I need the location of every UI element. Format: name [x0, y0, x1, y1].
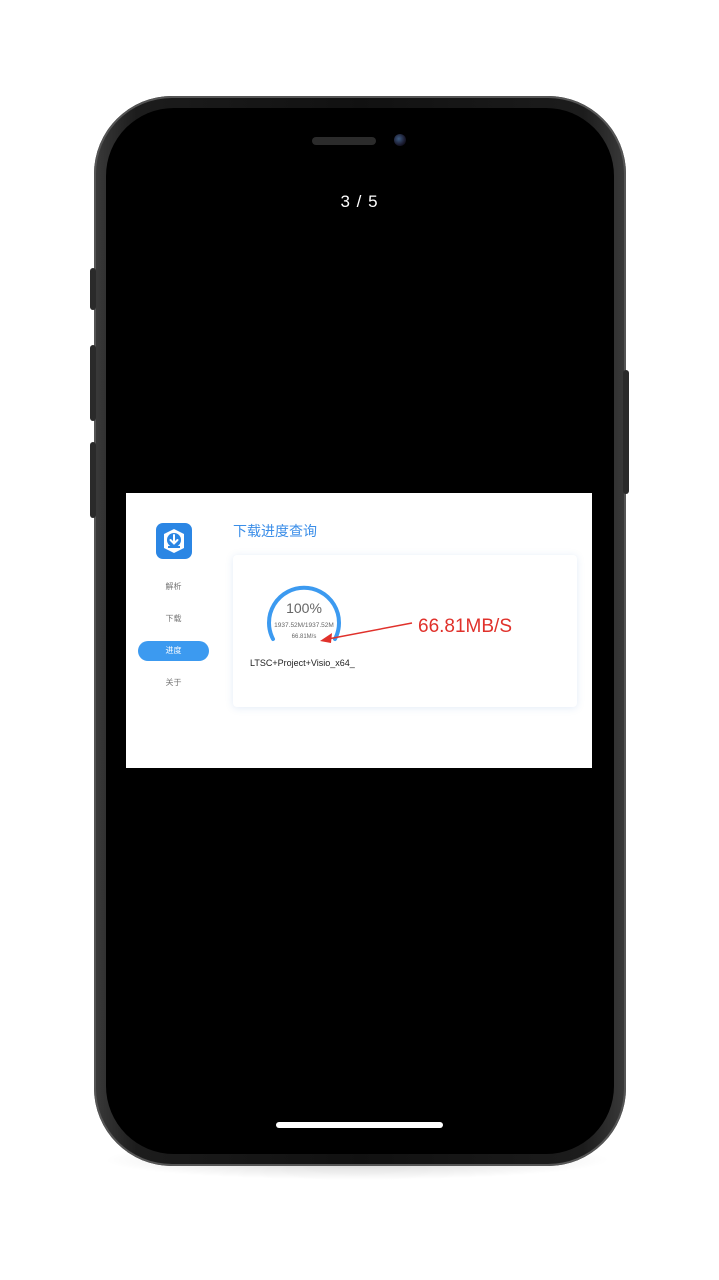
nav-item-progress[interactable]: 进度	[138, 641, 209, 661]
app-screenshot: 解析 下载 进度 关于 下载进度查询 100% 1937.52M/1937.52…	[126, 493, 592, 768]
nav-item-parse[interactable]: 解析	[138, 577, 209, 597]
volume-down-button	[90, 442, 96, 518]
annotation-arrow	[320, 622, 413, 643]
page-title: 下载进度查询	[233, 523, 317, 539]
nav-item-download[interactable]: 下载	[138, 609, 209, 629]
annotation-speed-label: 66.81MB/S	[418, 616, 512, 637]
image-counter: 3 / 5	[340, 192, 379, 211]
file-name: LTSC+Project+Visio_x64_	[250, 658, 355, 668]
power-button	[623, 370, 629, 494]
camera-icon	[394, 134, 406, 146]
silent-switch	[90, 268, 96, 310]
screenshot-page: 3 / 5 解析 下载 进度 关于 下载进度查询 100% 1937.52M/1…	[0, 0, 719, 1280]
nav-item-about[interactable]: 关于	[138, 673, 209, 693]
home-indicator	[276, 1122, 443, 1128]
speaker-grille	[312, 137, 376, 145]
volume-up-button	[90, 345, 96, 421]
download-icon	[156, 523, 192, 559]
